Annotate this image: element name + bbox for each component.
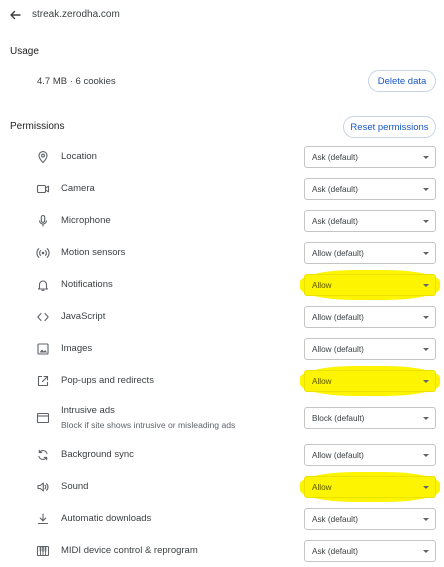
chevron-down-icon: [423, 518, 429, 521]
permissions-section-title: Permissions: [10, 121, 65, 132]
permission-label: Microphone: [61, 215, 111, 226]
chevron-down-icon: [423, 156, 429, 159]
chevron-down-icon: [423, 316, 429, 319]
permission-select[interactable]: Allow (default): [304, 444, 436, 466]
permission-select[interactable]: Allow (default): [304, 338, 436, 360]
chevron-down-icon: [423, 188, 429, 191]
permission-row-sound: Sound Allow: [0, 471, 444, 503]
reset-permissions-button[interactable]: Reset permissions: [343, 116, 436, 138]
permission-select-value: Allow: [312, 377, 332, 386]
camera-icon: [36, 182, 50, 196]
permission-label: Sound: [61, 481, 89, 492]
site-url: streak.zerodha.com: [32, 9, 120, 20]
chevron-down-icon: [423, 380, 429, 383]
permission-select[interactable]: Ask (default): [304, 508, 436, 530]
chevron-down-icon: [423, 220, 429, 223]
permission-row-background-sync: Background sync Allow (default): [0, 439, 444, 471]
permission-select-value: Ask (default): [312, 515, 358, 524]
permission-select-value: Allow: [312, 483, 332, 492]
permission-select-value: Ask (default): [312, 547, 358, 556]
permission-label: Background sync: [61, 449, 134, 460]
permission-row-motion-sensors: Motion sensors Allow (default): [0, 237, 444, 269]
permission-row-automatic-downloads: Automatic downloads Ask (default): [0, 503, 444, 535]
sync-icon: [36, 448, 50, 462]
permission-label: Camera: [61, 183, 95, 194]
permission-select[interactable]: Allow (default): [304, 306, 436, 328]
permission-row-images: Images Allow (default): [0, 333, 444, 365]
permission-select[interactable]: Allow: [304, 370, 436, 392]
permission-select[interactable]: Ask (default): [304, 178, 436, 200]
permission-select-value: Allow (default): [312, 249, 364, 258]
permission-select-value: Ask (default): [312, 185, 358, 194]
permission-select[interactable]: Ask (default): [304, 210, 436, 232]
location-pin-icon: [36, 150, 50, 164]
permission-sublabel: Block if site shows intrusive or mislead…: [61, 420, 236, 430]
permission-row-pop-ups-and-redirects: Pop-ups and redirects Allow: [0, 365, 444, 397]
permission-label: MIDI device control & reprogram: [61, 545, 198, 556]
permission-label: Motion sensors: [61, 247, 126, 258]
permission-label: Intrusive ads: [61, 405, 115, 416]
permission-label: Images: [61, 343, 93, 354]
permission-row-notifications: Notifications Allow: [0, 269, 444, 301]
permission-select-value: Allow (default): [312, 451, 364, 460]
microphone-icon: [36, 214, 50, 228]
delete-data-button[interactable]: Delete data: [368, 70, 436, 92]
permission-row-camera: Camera Ask (default): [0, 173, 444, 205]
permission-select-value: Allow (default): [312, 313, 364, 322]
chevron-down-icon: [423, 284, 429, 287]
ad-window-icon: [36, 411, 50, 425]
permission-select[interactable]: Allow: [304, 274, 436, 296]
permission-row-microphone: Microphone Ask (default): [0, 205, 444, 237]
chevron-down-icon: [423, 486, 429, 489]
page-header: streak.zerodha.com: [0, 0, 444, 30]
permission-select-value: Ask (default): [312, 217, 358, 226]
permission-label: Location: [61, 151, 97, 162]
permission-select[interactable]: Allow (default): [304, 242, 436, 264]
chevron-down-icon: [423, 417, 429, 420]
permission-row-location: Location Ask (default): [0, 141, 444, 173]
open-in-new-icon: [36, 374, 50, 388]
permission-label: Pop-ups and redirects: [61, 375, 154, 386]
usage-section-title: Usage: [10, 46, 39, 57]
usage-summary: 4.7 MB · 6 cookies: [37, 76, 116, 87]
code-brackets-icon: [36, 310, 50, 324]
permission-row-intrusive-ads: Intrusive ads Block if site shows intrusi…: [0, 399, 444, 435]
chevron-down-icon: [423, 454, 429, 457]
permission-select[interactable]: Allow: [304, 476, 436, 498]
permission-select-value: Allow: [312, 281, 332, 290]
midi-piano-icon: [36, 544, 50, 558]
permission-select[interactable]: Ask (default): [304, 540, 436, 562]
permission-label: JavaScript: [61, 311, 106, 322]
permission-row-javascript: JavaScript Allow (default): [0, 301, 444, 333]
permission-select[interactable]: Block (default): [304, 407, 436, 429]
chevron-down-icon: [423, 252, 429, 255]
chevron-down-icon: [423, 550, 429, 553]
permission-label: Notifications: [61, 279, 113, 290]
bell-icon: [36, 278, 50, 292]
permission-select-value: Block (default): [312, 414, 365, 423]
permission-select-value: Allow (default): [312, 345, 364, 354]
permission-select-value: Ask (default): [312, 153, 358, 162]
chevron-down-icon: [423, 348, 429, 351]
permission-row-midi-device-control-reprogram: MIDI device control & reprogram Ask (defa…: [0, 535, 444, 567]
arrow-left-icon[interactable]: [7, 7, 23, 23]
motion-sensors-icon: [36, 246, 50, 260]
speaker-icon: [36, 480, 50, 494]
permission-label: Automatic downloads: [61, 513, 152, 524]
image-icon: [36, 342, 50, 356]
permission-select[interactable]: Ask (default): [304, 146, 436, 168]
download-icon: [36, 512, 50, 526]
